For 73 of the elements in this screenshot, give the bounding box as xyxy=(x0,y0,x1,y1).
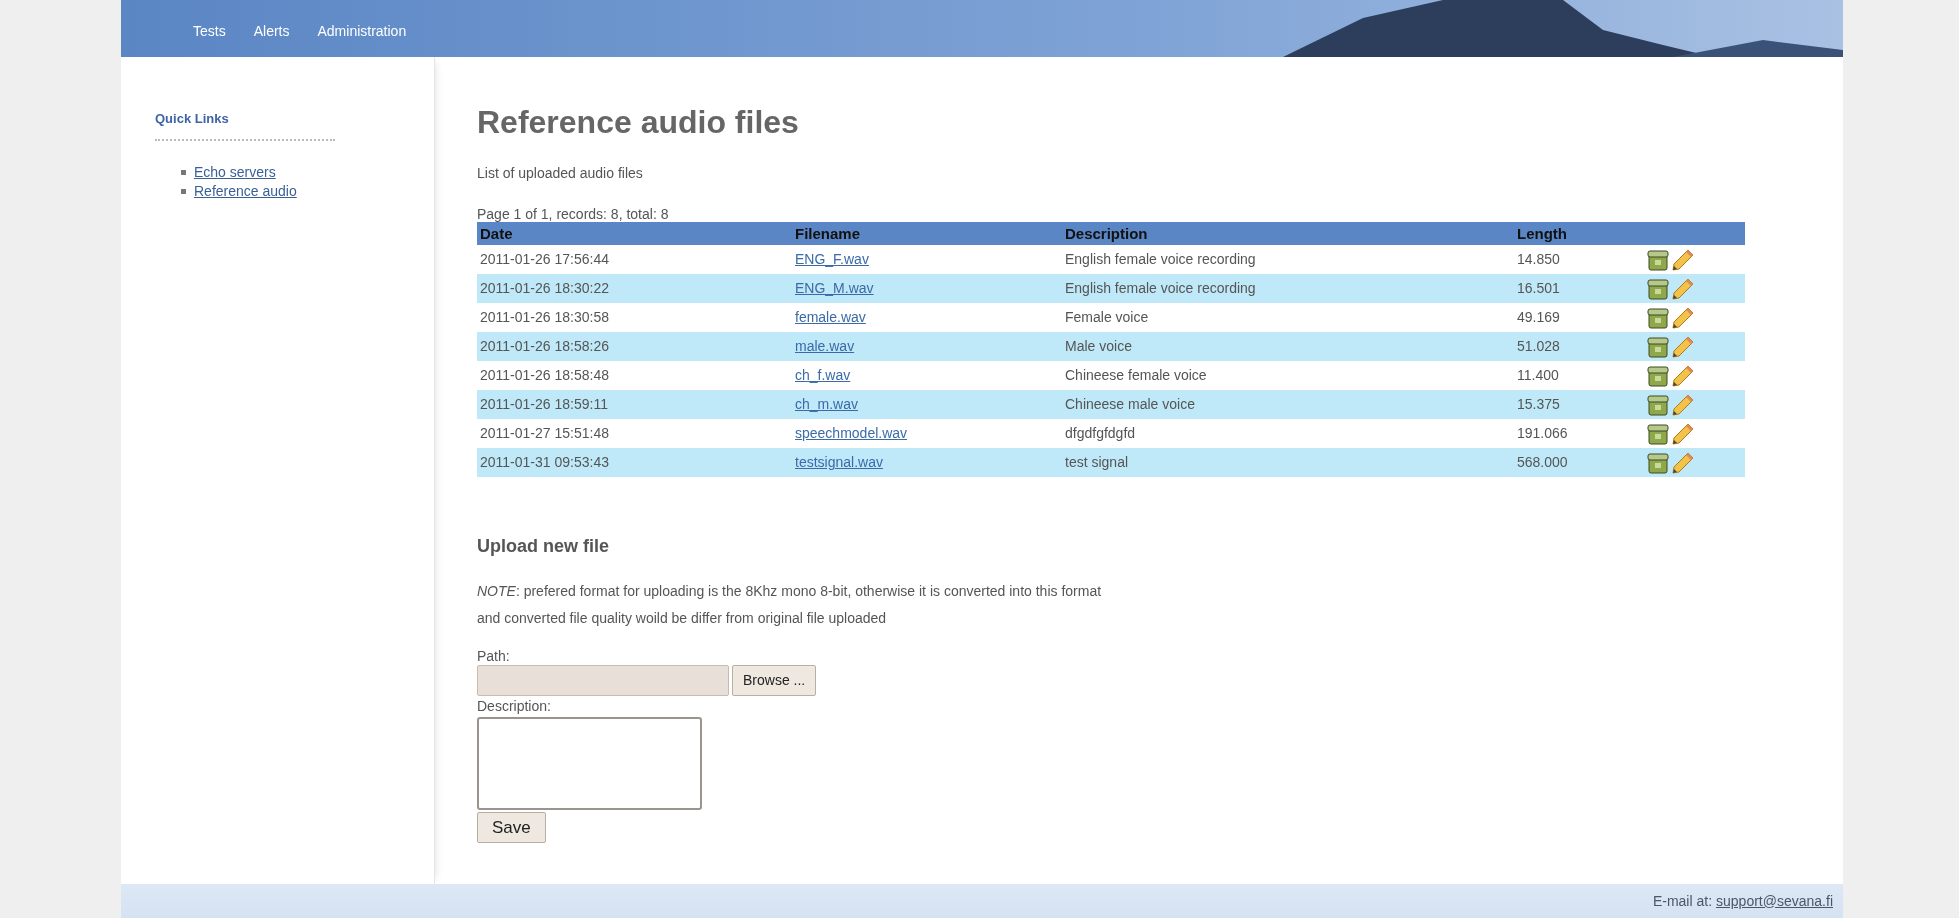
sidebar-link[interactable]: Echo servers xyxy=(194,162,276,182)
column-header: Date xyxy=(477,222,792,246)
file-link[interactable]: ch_f.wav xyxy=(795,367,851,384)
table-cell: 16.501 xyxy=(1514,274,1639,304)
nav-link[interactable]: Alerts xyxy=(253,21,290,42)
table-cell: 191.066 xyxy=(1514,419,1639,449)
table-cell: Chineese male voice xyxy=(1062,390,1514,420)
table-cell: English female voice recording xyxy=(1062,245,1514,275)
pencil-icon[interactable] xyxy=(1672,307,1694,330)
column-header: Length xyxy=(1514,222,1639,246)
file-link[interactable]: male.wav xyxy=(795,338,855,355)
pencil-icon[interactable] xyxy=(1672,365,1694,388)
sidebar-title: Quick Links xyxy=(155,109,335,141)
file-link[interactable]: female.wav xyxy=(795,309,866,326)
field-label: Description: xyxy=(477,698,552,716)
section-title: Upload new file xyxy=(477,535,610,559)
table-cell: 2011-01-26 18:58:48 xyxy=(477,361,792,391)
footer-label: E-mail at: xyxy=(1652,891,1713,911)
table-cell: Female voice xyxy=(1062,303,1514,333)
table-cell: English female voice recording xyxy=(1062,274,1514,304)
note-text: NOTE: prefered format for uploading is the 8Khz mono 8-bit, otherwise it is converted into this format and converted file quality woild be differ from original file uploaded xyxy=(477,582,1103,629)
table-cell: Chineese female voice xyxy=(1062,361,1514,391)
bullet-icon xyxy=(181,188,186,194)
file-link[interactable]: speechmodel.wav xyxy=(795,425,908,442)
archive-box-icon[interactable] xyxy=(1647,452,1669,475)
archive-box-icon[interactable] xyxy=(1647,365,1669,388)
pencil-icon[interactable] xyxy=(1672,249,1694,272)
archive-box-icon[interactable] xyxy=(1647,307,1669,330)
table-cell: test signal xyxy=(1062,448,1514,478)
archive-box-icon[interactable] xyxy=(1647,423,1669,446)
archive-box-icon[interactable] xyxy=(1647,394,1669,417)
archive-box-icon[interactable] xyxy=(1647,249,1669,272)
sidebar-link[interactable]: Reference audio xyxy=(194,181,297,201)
file-link[interactable]: ch_m.wav xyxy=(795,396,859,413)
table-cell: 15.375 xyxy=(1514,390,1639,420)
description-field[interactable] xyxy=(477,717,702,811)
pencil-icon[interactable] xyxy=(1672,336,1694,359)
file-link[interactable]: testsignal.wav xyxy=(795,454,883,471)
bullet-icon xyxy=(181,169,186,175)
field-label: Path: xyxy=(477,648,511,666)
save-button[interactable]: Save xyxy=(477,812,546,844)
table-cell: 14.850 xyxy=(1514,245,1639,275)
nav-link[interactable]: Tests xyxy=(193,21,226,42)
pencil-icon[interactable] xyxy=(1672,278,1694,301)
table-cell: 2011-01-31 09:53:43 xyxy=(477,448,792,478)
table-cell: 2011-01-26 17:56:44 xyxy=(477,245,792,275)
archive-box-icon[interactable] xyxy=(1647,336,1669,359)
column-header: Description xyxy=(1062,222,1514,246)
email-link[interactable]: support@sevana.fi xyxy=(1716,890,1833,912)
table-cell: 2011-01-26 18:30:22 xyxy=(477,274,792,304)
path-field[interactable] xyxy=(477,665,729,697)
page-subtitle: List of uploaded audio files xyxy=(477,164,644,184)
table-cell: 11.400 xyxy=(1514,361,1639,391)
table-cell: 51.028 xyxy=(1514,332,1639,362)
table-cell: 2011-01-27 15:51:48 xyxy=(477,419,792,449)
archive-box-icon[interactable] xyxy=(1647,278,1669,301)
nav-link[interactable]: Administration xyxy=(317,21,407,42)
column-header: Filename xyxy=(792,222,1062,246)
table-cell: dfgdfgfdgfd xyxy=(1062,419,1514,449)
table-cell: 49.169 xyxy=(1514,303,1639,333)
browse-button[interactable]: Browse ... xyxy=(732,665,817,697)
pencil-icon[interactable] xyxy=(1672,423,1694,446)
page-title: Reference audio files xyxy=(477,103,800,142)
table-cell: Male voice xyxy=(1062,332,1514,362)
pencil-icon[interactable] xyxy=(1672,452,1694,475)
file-link[interactable]: ENG_F.wav xyxy=(795,251,869,268)
file-link[interactable]: ENG_M.wav xyxy=(795,280,874,297)
pencil-icon[interactable] xyxy=(1672,394,1694,417)
table-cell: 2011-01-26 18:59:11 xyxy=(477,390,792,420)
table-cell: 2011-01-26 18:58:26 xyxy=(477,332,792,362)
table-cell: 568.000 xyxy=(1514,448,1639,478)
pager-text: Page 1 of 1, records: 8, total: 8 xyxy=(477,206,670,223)
table-cell: 2011-01-26 18:30:58 xyxy=(477,303,792,333)
